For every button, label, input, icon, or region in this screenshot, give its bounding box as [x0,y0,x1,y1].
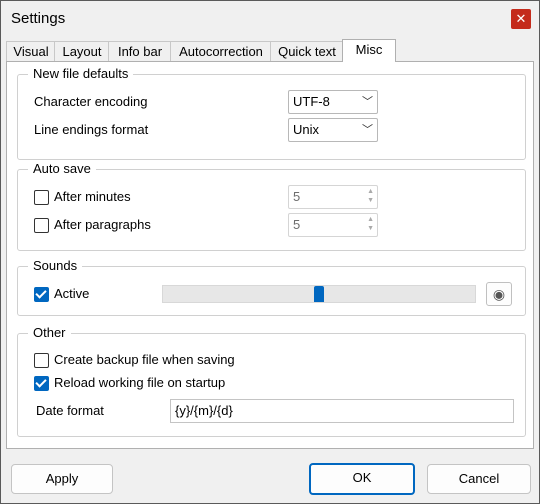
ok-button[interactable]: OK [309,463,415,495]
auto-save-legend: Auto save [28,161,96,176]
backup-checkbox[interactable] [34,353,49,368]
new-file-defaults-group: New file defaults Character encoding UTF… [17,66,526,160]
speaker-icon[interactable]: ◉ [486,282,512,306]
settings-window: Settings ✕ Visual Layout Info bar Autoco… [0,0,540,504]
encoding-label: Character encoding [34,94,148,109]
date-format-label: Date format [36,403,104,418]
after-minutes-label: After minutes [54,189,131,204]
volume-slider[interactable] [162,285,476,303]
after-paragraphs-checkbox[interactable] [34,218,49,233]
tab-misc[interactable]: Misc [342,39,396,62]
minutes-spinner[interactable]: 5 ▲ ▼ [288,185,378,209]
date-format-input[interactable]: {y}/{m}/{d} [170,399,514,423]
apply-button[interactable]: Apply [11,464,113,494]
other-legend: Other [28,325,71,340]
after-paragraphs-label: After paragraphs [54,217,151,232]
sounds-legend: Sounds [28,258,83,273]
new-file-defaults-legend: New file defaults [28,66,134,81]
other-group: Other Create backup file when saving Rel… [17,325,526,437]
cancel-button[interactable]: Cancel [427,464,531,494]
sounds-group: Sounds Active ◉ [17,258,526,316]
sounds-active-label: Active [54,286,90,301]
spin-up-icon[interactable]: ▲ [367,216,374,223]
tab-autocorrection[interactable]: Autocorrection [170,41,272,62]
spin-down-icon[interactable]: ▼ [367,197,374,204]
encoding-value: UTF-8 [293,94,330,109]
encoding-select[interactable]: UTF-8 ﹀ [288,90,378,114]
tab-info-bar[interactable]: Info bar [108,41,172,62]
spin-down-icon[interactable]: ▼ [367,225,374,232]
date-format-value: {y}/{m}/{d} [175,403,233,418]
tab-quick-text[interactable]: Quick text [270,41,344,62]
backup-label: Create backup file when saving [54,352,235,367]
volume-slider-thumb[interactable] [314,286,324,302]
reload-checkbox[interactable] [34,376,49,391]
title-bar: Settings ✕ [1,1,539,37]
chevron-down-icon: ﹀ [362,96,373,108]
auto-save-group: Auto save After minutes 5 ▲ ▼ After para… [17,161,526,251]
minutes-value: 5 [293,189,301,204]
tab-layout[interactable]: Layout [54,41,110,62]
close-button[interactable]: ✕ [511,9,531,29]
paragraphs-spinner[interactable]: 5 ▲ ▼ [288,213,378,237]
after-minutes-checkbox[interactable] [34,190,49,205]
misc-panel: New file defaults Character encoding UTF… [6,61,534,449]
reload-label: Reload working file on startup [54,375,226,390]
line-endings-label: Line endings format [34,122,149,137]
paragraphs-value: 5 [293,217,301,232]
spin-up-icon[interactable]: ▲ [367,188,374,195]
line-endings-select[interactable]: Unix ﹀ [288,118,378,142]
line-endings-value: Unix [293,122,320,137]
chevron-down-icon: ﹀ [362,124,373,136]
window-title: Settings [11,10,66,27]
tab-visual[interactable]: Visual [6,41,56,62]
sounds-active-checkbox[interactable] [34,287,49,302]
